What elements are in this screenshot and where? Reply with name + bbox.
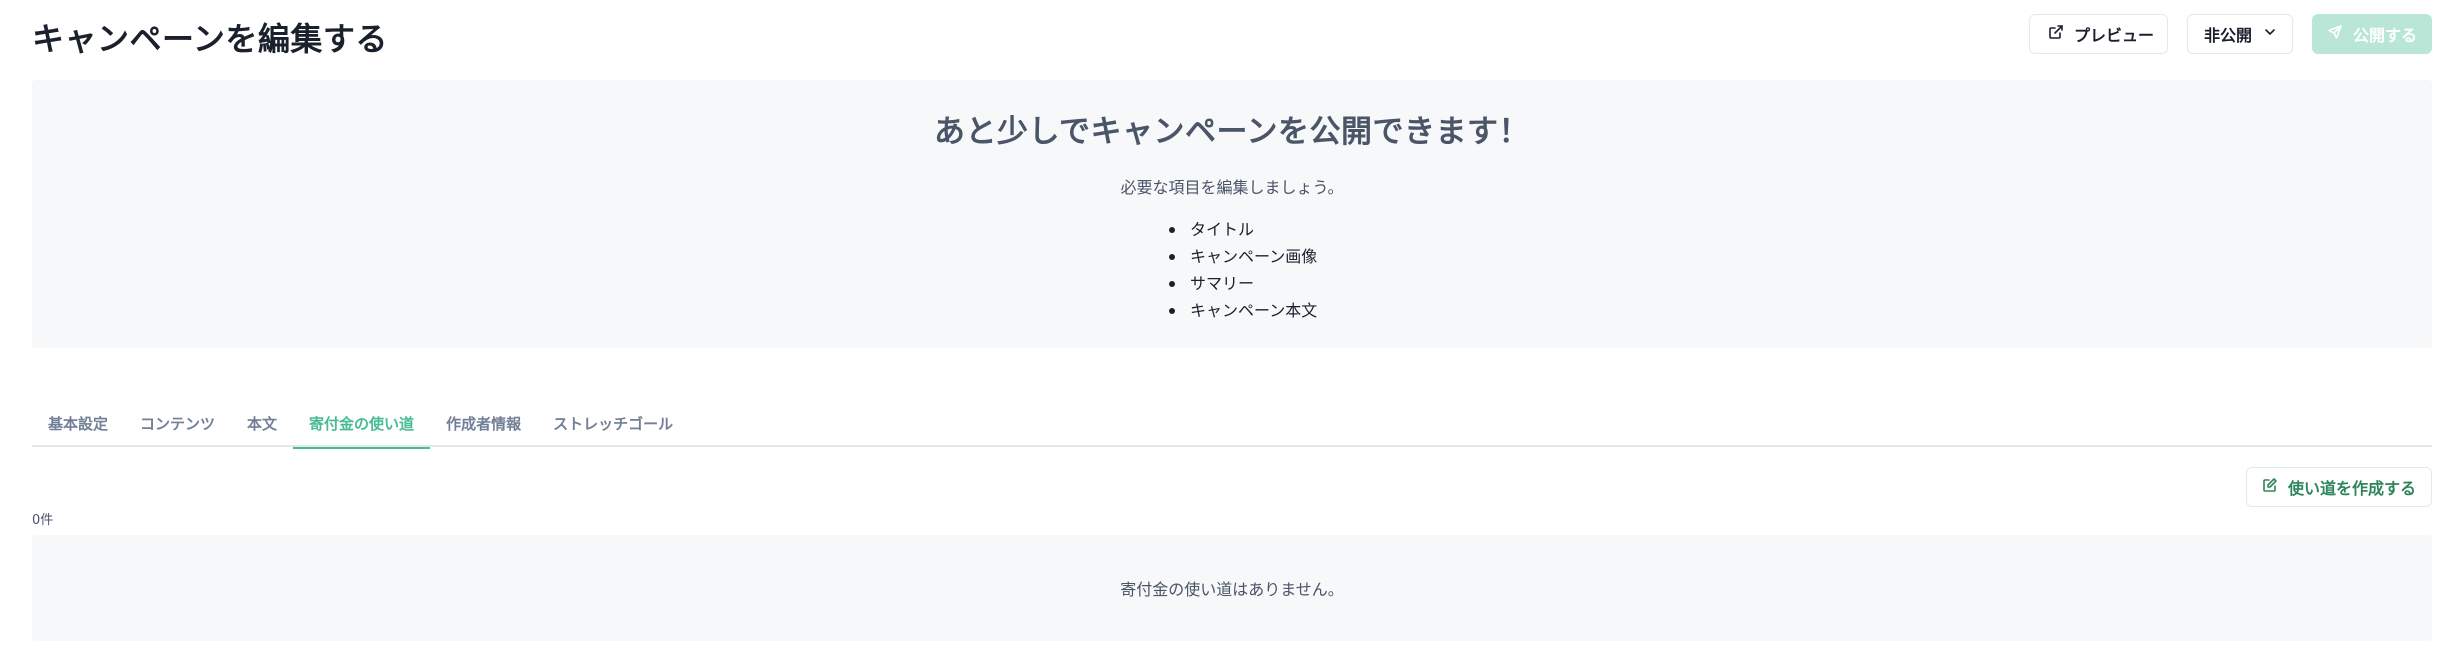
tab-basic-settings[interactable]: 基本設定 bbox=[32, 400, 124, 447]
notice-title: あと少しでキャンペーンを公開できます！ bbox=[933, 114, 1531, 150]
tab-donation-usage[interactable]: 寄付金の使い道 bbox=[293, 400, 431, 449]
tab-stretch-goal[interactable]: ストレッチゴール bbox=[537, 400, 689, 447]
item-count: 0件 bbox=[32, 513, 54, 528]
preview-label: プレビュー bbox=[2074, 26, 2155, 45]
notice-subtitle: 必要な項目を編集しましょう。 bbox=[1120, 178, 1344, 197]
send-icon bbox=[2327, 24, 2343, 44]
preview-button[interactable]: プレビュー bbox=[2029, 14, 2168, 54]
header: キャンペーンを編集する プレビュー 非公開 公開する bbox=[32, 0, 2432, 68]
create-usage-label: 使い道を作成する bbox=[2287, 479, 2416, 498]
publish-label: 公開する bbox=[2352, 26, 2417, 45]
visibility-select[interactable]: 非公開 bbox=[2187, 14, 2293, 54]
tab-body[interactable]: 本文 bbox=[231, 400, 293, 447]
chevron-down-icon bbox=[2262, 24, 2278, 44]
list-item: キャンペーン画像 bbox=[1169, 243, 1317, 270]
list-item: キャンペーン本文 bbox=[1169, 297, 1317, 324]
external-link-icon bbox=[2048, 24, 2064, 44]
empty-message: 寄付金の使い道はありません。 bbox=[1120, 580, 1344, 599]
tab-contents[interactable]: コンテンツ bbox=[124, 400, 231, 447]
header-actions: プレビュー 非公開 公開する bbox=[2029, 14, 2432, 54]
tab-bar: 基本設定 コンテンツ 本文 寄付金の使い道 作成者情報 ストレッチゴール bbox=[32, 400, 2432, 449]
edit-icon bbox=[2262, 477, 2278, 497]
create-usage-button[interactable]: 使い道を作成する bbox=[2246, 467, 2432, 507]
list-item: サマリー bbox=[1169, 270, 1317, 297]
publish-button[interactable]: 公開する bbox=[2312, 14, 2432, 54]
empty-state: 寄付金の使い道はありません。 bbox=[32, 535, 2432, 641]
page-title: キャンペーンを編集する bbox=[32, 20, 388, 58]
tab-creator-info[interactable]: 作成者情報 bbox=[430, 400, 537, 447]
visibility-label: 非公開 bbox=[2204, 26, 2253, 45]
publish-notice: あと少しでキャンペーンを公開できます！ 必要な項目を編集しましょう。 タイトル … bbox=[32, 80, 2432, 348]
page: キャンペーンを編集する プレビュー 非公開 公開する あと少しでキャンペーンを公… bbox=[0, 0, 2460, 672]
list-item: タイトル bbox=[1169, 216, 1317, 243]
required-items-list: タイトル キャンペーン画像 サマリー キャンペーン本文 bbox=[1169, 216, 1317, 324]
